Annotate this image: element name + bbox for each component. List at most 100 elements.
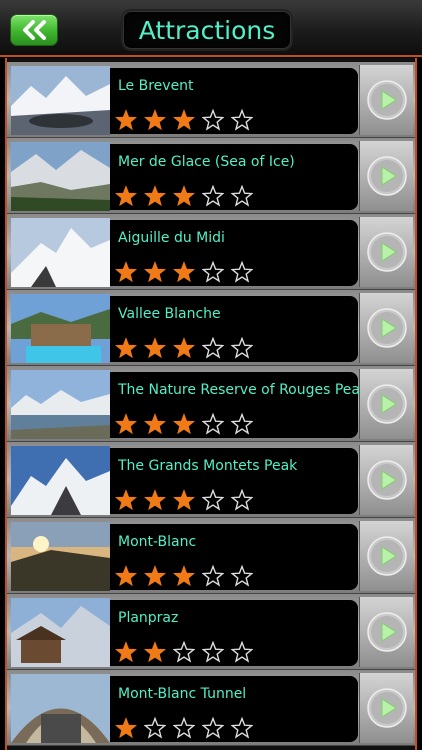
star-filled-icon — [144, 261, 166, 283]
star-empty-icon — [231, 109, 253, 131]
attraction-name: The Grands Montets Peak — [118, 458, 298, 474]
star-filled-icon — [115, 337, 137, 359]
attraction-name: The Nature Reserve of Rouges Peaks — [118, 382, 376, 398]
attraction-name: Mer de Glace (Sea of Ice) — [118, 154, 295, 170]
rating-stars — [115, 641, 253, 663]
attraction-thumbnail — [11, 446, 110, 515]
star-filled-icon — [173, 413, 195, 435]
star-filled-icon — [115, 413, 137, 435]
list-item[interactable]: Mont-Blanc — [7, 518, 415, 594]
list-item[interactable]: Mer de Glace (Sea of Ice) — [7, 138, 415, 214]
open-detail-button[interactable] — [359, 217, 413, 287]
star-filled-icon — [115, 717, 137, 739]
attraction-thumbnail — [11, 674, 110, 743]
star-filled-icon — [115, 261, 137, 283]
star-filled-icon — [115, 565, 137, 587]
star-filled-icon — [144, 109, 166, 131]
star-filled-icon — [173, 185, 195, 207]
play-arrow-icon — [366, 688, 407, 728]
play-arrow-icon — [366, 460, 407, 500]
list-item[interactable]: Aiguille du Midi — [7, 214, 415, 290]
open-detail-button[interactable] — [359, 521, 413, 591]
star-filled-icon — [144, 489, 166, 511]
list-item[interactable]: The Grands Montets Peak — [7, 442, 415, 518]
open-detail-button[interactable] — [359, 293, 413, 363]
star-filled-icon — [173, 565, 195, 587]
star-empty-icon — [231, 413, 253, 435]
star-empty-icon — [202, 717, 224, 739]
attraction-info: Mer de Glace (Sea of Ice) — [110, 144, 358, 210]
star-empty-icon — [231, 337, 253, 359]
star-filled-icon — [173, 337, 195, 359]
attraction-info: Mont-Blanc — [110, 524, 358, 590]
open-detail-button[interactable] — [359, 369, 413, 439]
open-detail-button[interactable] — [359, 141, 413, 211]
play-arrow-icon — [366, 612, 407, 652]
open-detail-button[interactable] — [359, 673, 413, 743]
star-filled-icon — [144, 565, 166, 587]
star-filled-icon — [144, 185, 166, 207]
star-filled-icon — [115, 185, 137, 207]
star-empty-icon — [202, 413, 224, 435]
attraction-thumbnail — [11, 522, 110, 591]
open-detail-button[interactable] — [359, 445, 413, 515]
star-filled-icon — [115, 489, 137, 511]
play-arrow-icon — [366, 80, 407, 120]
star-filled-icon — [173, 489, 195, 511]
list-item[interactable]: Le Brevent — [7, 62, 415, 138]
top-bar: Attractions — [0, 0, 422, 57]
star-empty-icon — [202, 565, 224, 587]
attraction-name: Mont-Blanc Tunnel — [118, 686, 247, 702]
attraction-thumbnail — [11, 142, 110, 211]
attraction-info: Aiguille du Midi — [110, 220, 358, 286]
star-filled-icon — [173, 261, 195, 283]
play-arrow-icon — [366, 384, 407, 424]
star-empty-icon — [202, 109, 224, 131]
star-filled-icon — [144, 337, 166, 359]
star-empty-icon — [202, 641, 224, 663]
star-filled-icon — [115, 641, 137, 663]
star-empty-icon — [231, 565, 253, 587]
star-empty-icon — [231, 641, 253, 663]
star-empty-icon — [231, 717, 253, 739]
star-empty-icon — [202, 489, 224, 511]
rating-stars — [115, 413, 253, 435]
star-empty-icon — [231, 185, 253, 207]
attraction-info: Planpraz — [110, 600, 358, 666]
rating-stars — [115, 185, 253, 207]
star-filled-icon — [144, 641, 166, 663]
star-filled-icon — [144, 413, 166, 435]
play-arrow-icon — [366, 536, 407, 576]
play-arrow-icon — [366, 156, 407, 196]
rating-stars — [115, 717, 253, 739]
attraction-info: Vallee Blanche — [110, 296, 358, 362]
back-button[interactable] — [10, 14, 58, 46]
rating-stars — [115, 565, 253, 587]
star-empty-icon — [231, 489, 253, 511]
list-item[interactable]: Planpraz — [7, 594, 415, 670]
open-detail-button[interactable] — [359, 65, 413, 135]
attraction-info: Le Brevent — [110, 68, 358, 134]
page-title: Attractions — [123, 11, 291, 49]
attraction-name: Mont-Blanc — [118, 534, 197, 550]
star-filled-icon — [173, 109, 195, 131]
star-filled-icon — [115, 109, 137, 131]
star-empty-icon — [231, 261, 253, 283]
rating-stars — [115, 109, 253, 131]
attraction-name: Aiguille du Midi — [118, 230, 225, 246]
attraction-info: The Grands Montets Peak — [110, 448, 358, 514]
attractions-list[interactable]: Le Brevent Mer de Glace (Sea of Ice) Aigui… — [5, 58, 417, 750]
attraction-name: Le Brevent — [118, 78, 194, 94]
attraction-thumbnail — [11, 370, 110, 439]
double-chevron-left-icon — [23, 20, 46, 40]
attraction-thumbnail — [11, 294, 110, 363]
list-item[interactable]: Mont-Blanc Tunnel — [7, 670, 415, 746]
open-detail-button[interactable] — [359, 597, 413, 667]
list-item[interactable]: The Nature Reserve of Rouges Peaks — [7, 366, 415, 442]
rating-stars — [115, 261, 253, 283]
list-item[interactable]: Vallee Blanche — [7, 290, 415, 366]
attraction-info: The Nature Reserve of Rouges Peaks — [110, 372, 375, 438]
star-empty-icon — [144, 717, 166, 739]
attraction-name: Vallee Blanche — [118, 306, 221, 322]
attraction-thumbnail — [11, 598, 110, 667]
